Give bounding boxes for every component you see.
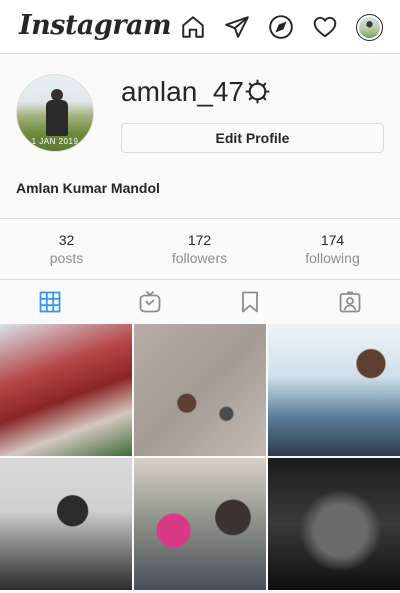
post-thumbnail[interactable] <box>0 458 132 590</box>
avatar <box>359 17 380 38</box>
following-count-stat[interactable]: 174 following <box>266 231 399 267</box>
profile-stats: 32 posts 172 followers 174 following <box>0 218 400 280</box>
tagged-person-icon <box>339 291 361 313</box>
posts-count-stat: 32 posts <box>0 231 133 267</box>
profile-picture-body <box>46 100 68 136</box>
posts-count: 32 <box>58 232 75 248</box>
heart-icon[interactable] <box>312 14 338 40</box>
profile-picture-caption: 1 JAN 2019 <box>31 137 79 146</box>
posts-grid <box>0 324 400 593</box>
explore-compass-icon[interactable] <box>268 14 294 40</box>
edit-profile-button[interactable]: Edit Profile <box>121 123 384 153</box>
tab-saved[interactable] <box>238 290 262 314</box>
followers-count: 172 <box>187 232 212 248</box>
profile-username: amlan_47 <box>121 76 244 107</box>
igtv-icon <box>139 290 161 313</box>
profile-picture[interactable]: 1 JAN 2019 <box>16 74 94 152</box>
instagram-logo[interactable]: Instagram <box>19 10 172 41</box>
post-thumbnail[interactable] <box>268 324 400 456</box>
following-label: following <box>305 250 360 266</box>
tab-posts-grid[interactable] <box>38 290 62 314</box>
following-count: 174 <box>320 232 345 248</box>
grid-icon <box>39 291 61 313</box>
post-thumbnail[interactable] <box>0 324 132 456</box>
post-thumbnail[interactable] <box>134 458 266 590</box>
bookmark-icon <box>242 291 258 313</box>
followers-count-stat[interactable]: 172 followers <box>133 231 266 267</box>
home-icon[interactable] <box>180 14 206 40</box>
settings-gear-icon[interactable] <box>245 79 270 104</box>
tab-igtv[interactable] <box>138 290 162 314</box>
profile-avatar-button[interactable] <box>356 14 383 41</box>
posts-label: posts <box>49 250 84 266</box>
profile-tabs <box>0 280 400 324</box>
top-navigation-bar: Instagram <box>0 0 400 54</box>
profile-header: 1 JAN 2019 amlan_47 Edit Profile Amlan K… <box>0 55 400 218</box>
followers-label: followers <box>171 250 228 266</box>
tab-tagged[interactable] <box>338 290 362 314</box>
post-thumbnail[interactable] <box>134 324 266 456</box>
post-thumbnail[interactable] <box>268 458 400 590</box>
profile-full-name: Amlan Kumar Mandol <box>16 180 160 196</box>
direct-message-icon[interactable] <box>224 14 250 40</box>
